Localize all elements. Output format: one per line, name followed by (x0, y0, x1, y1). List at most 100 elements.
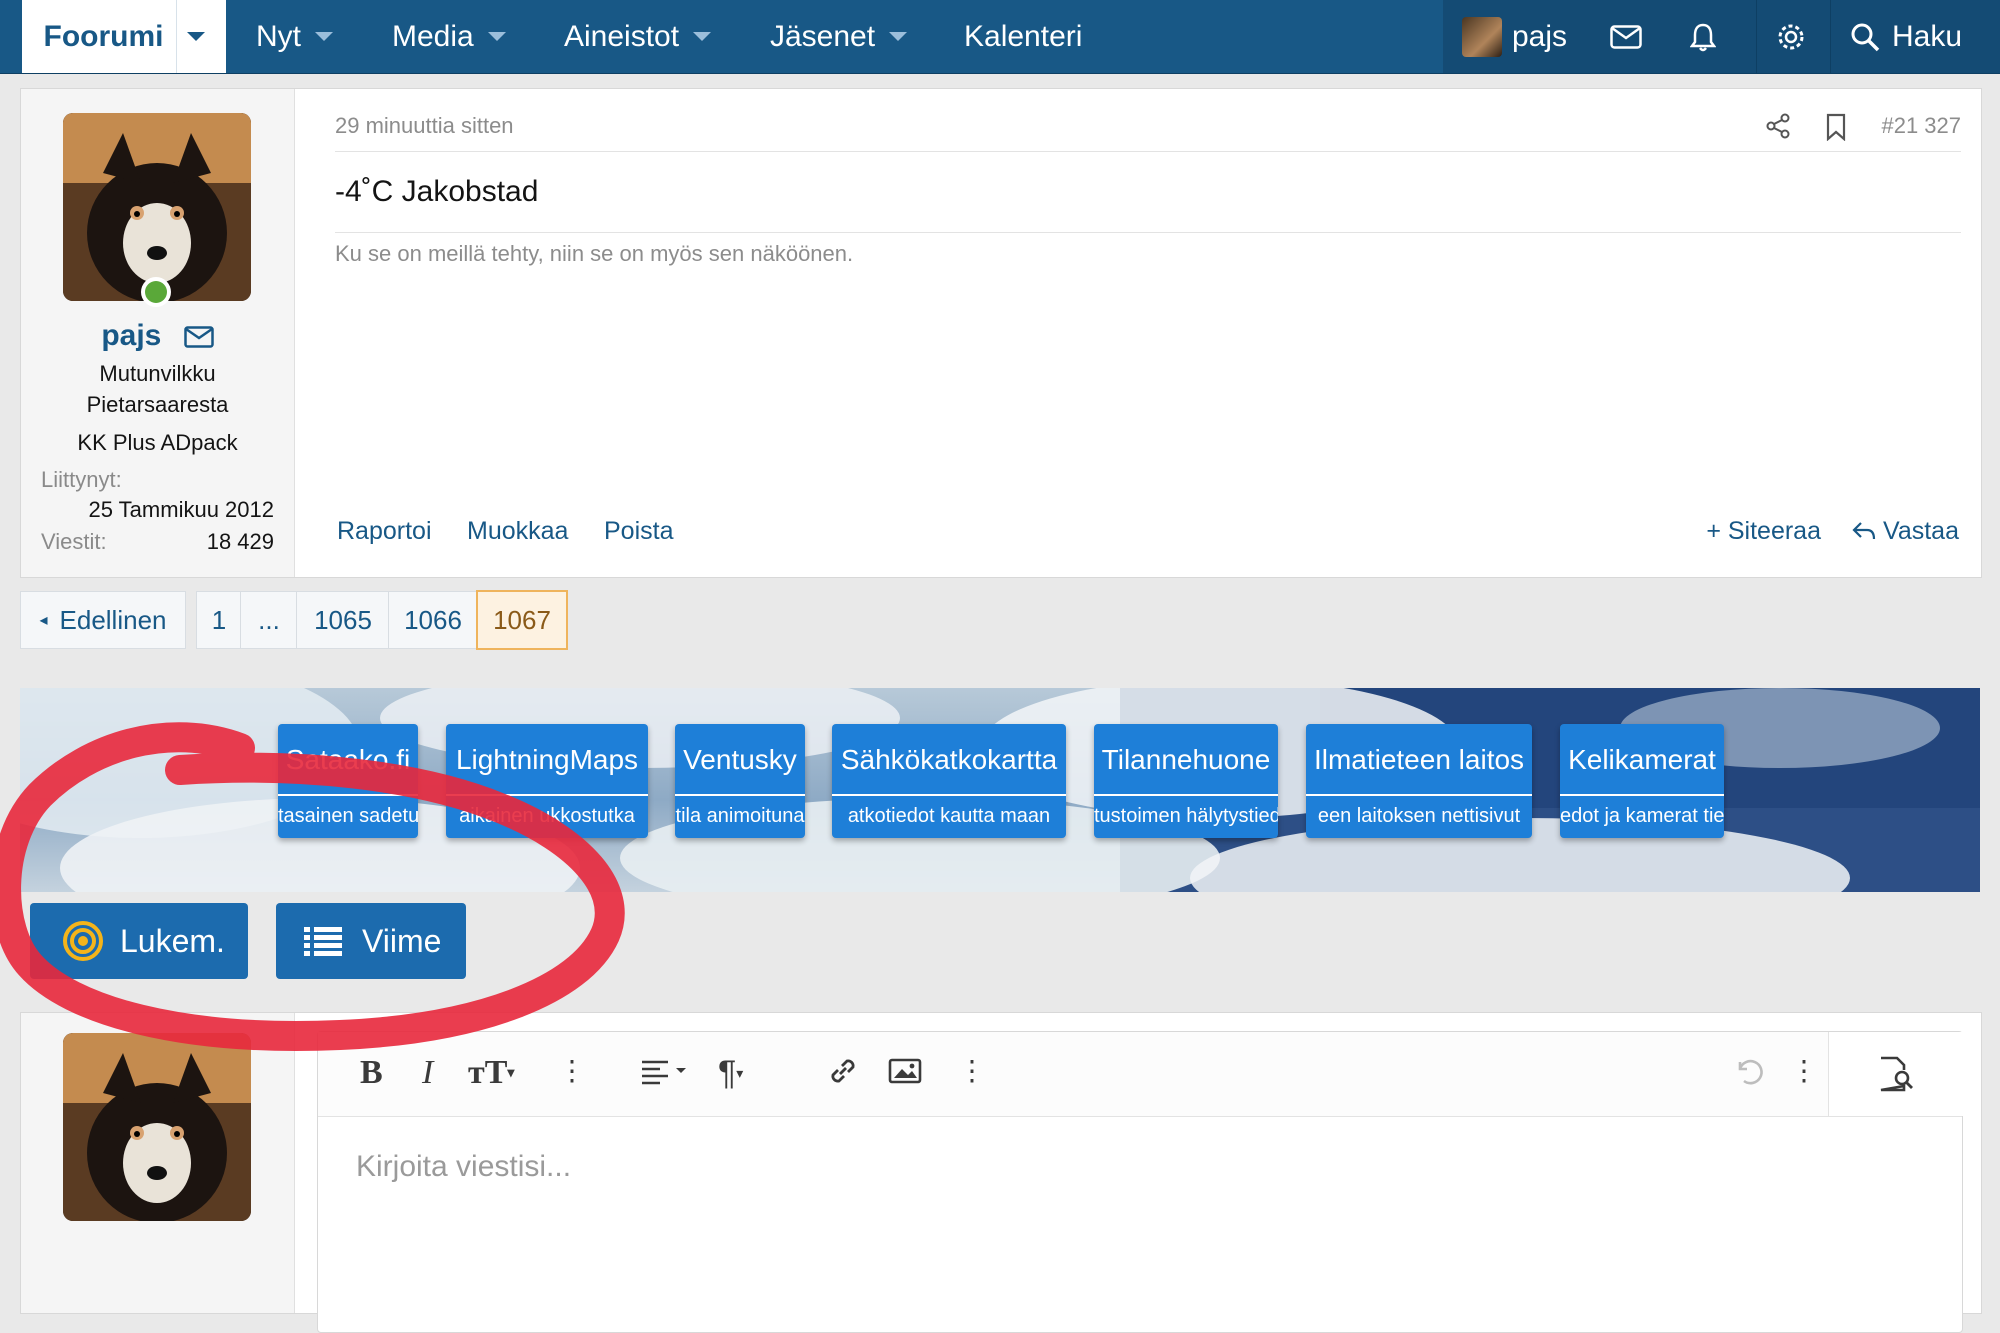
quick-link-title: Sähkökatkokartta (840, 744, 1058, 775)
quick-link-sahkokatkokartta[interactable]: Sähkökatkokartta atkotiedot kautta maan (832, 724, 1066, 838)
nav-item-kalenteri[interactable]: Kalenteri (964, 0, 1082, 73)
unread-button[interactable]: Lukem. (30, 903, 248, 979)
posts-label: Viestit: (41, 529, 107, 554)
quote-label: Siteeraa (1727, 517, 1821, 545)
joined-label: Liittynyt: (41, 467, 122, 492)
post-body: 29 minuuttia sitten #21 327 -4˚C Jakobst… (295, 89, 1981, 577)
divider (335, 151, 1961, 152)
preview-button[interactable] (1828, 1032, 1963, 1116)
more-vertical-icon[interactable]: ⋮ (958, 1054, 986, 1087)
quick-link-desc: tustoimen hälytystied (1094, 794, 1278, 828)
quick-link-title: Ilmatieteen laitos (1313, 744, 1525, 775)
nav-separator (175, 0, 177, 73)
editor-placeholder: Kirjoita viestisi... (356, 1150, 572, 1183)
bold-icon[interactable]: B (360, 1054, 383, 1092)
quick-link-desc: tasainen sadetu (278, 794, 418, 828)
more-vertical-icon[interactable]: ⋮ (1790, 1054, 1818, 1087)
align-icon[interactable] (640, 1054, 690, 1088)
quick-link-desc: aikainen ukkostutka (446, 794, 648, 828)
quick-link-ventusky[interactable]: Ventusky tila animoituna (675, 724, 805, 838)
quick-link-sataako[interactable]: Sataako.fi tasainen sadetu (278, 724, 418, 838)
bell-icon[interactable] (1690, 0, 1716, 73)
link-icon[interactable] (826, 1054, 860, 1088)
post-message: pajs Mutunvilkku Pietarsaaresta KK Plus … (20, 88, 1982, 578)
quick-link-desc: een laitoksen nettisivut (1306, 794, 1532, 828)
recent-button[interactable]: Viime (276, 903, 466, 979)
page-link-1066[interactable]: 1066 (388, 591, 478, 649)
reply-label: Vastaa (1883, 517, 1959, 545)
chevron-down-icon[interactable] (889, 32, 908, 41)
gear-icon[interactable] (1776, 0, 1806, 73)
page-link-1[interactable]: 1 (196, 591, 242, 649)
plus-icon: + (1706, 517, 1721, 545)
envelope-icon[interactable] (1610, 0, 1642, 73)
paragraph-icon[interactable]: ¶▾ (718, 1054, 743, 1093)
undo-icon[interactable] (1732, 1054, 1766, 1088)
nav-forum-tab[interactable]: Foorumi (22, 0, 226, 73)
quick-link-desc: atkotiedot kautta maan (832, 794, 1066, 828)
edit-link[interactable]: Muokkaa (467, 517, 568, 546)
search-link[interactable]: Haku (1850, 0, 1962, 73)
post-content: -4˚C Jakobstad (335, 175, 539, 208)
quick-link-title: Tilannehuone (1101, 744, 1271, 775)
nav-item-jasenet[interactable]: Jäsenet (770, 0, 908, 73)
user-title: Mutunvilkku (99, 361, 216, 386)
chevron-down-icon[interactable] (315, 32, 333, 41)
nav-item-nyt[interactable]: Nyt (256, 0, 333, 73)
page-link-1065[interactable]: 1065 (296, 591, 390, 649)
online-status-icon (141, 277, 171, 307)
envelope-icon[interactable] (183, 326, 214, 348)
unread-label: Lukem. (120, 922, 225, 959)
prev-label: Edellinen (59, 604, 167, 635)
chevron-down-icon[interactable] (693, 32, 712, 41)
page-skip[interactable]: ... (240, 591, 298, 649)
post-author[interactable]: pajs (21, 319, 294, 353)
report-link[interactable]: Raportoi (337, 517, 432, 546)
user-title-line2: Pietarsaaresta (86, 392, 229, 417)
text-size-icon[interactable]: тT▾ (468, 1054, 514, 1092)
nav-item-label: Nyt (256, 19, 301, 53)
user-banner: KK Plus ADpack (77, 430, 238, 455)
nav-divider (1830, 0, 1831, 73)
pagination-prev-button[interactable]: ◂ Edellinen (20, 591, 186, 649)
avatar (1462, 16, 1502, 57)
nav-item-aineistot[interactable]: Aineistot (564, 0, 712, 73)
nav-item-label: Kalenteri (964, 19, 1083, 53)
quick-link-kelikamerat[interactable]: Kelikamerat edot ja kamerat tie (1560, 724, 1724, 838)
post-number[interactable]: #21 327 (1881, 113, 1961, 139)
post-author-name[interactable]: pajs (101, 319, 161, 352)
image-icon[interactable] (888, 1054, 922, 1088)
list-icon (304, 927, 342, 956)
target-icon (63, 921, 103, 961)
quick-link-tilannehuone[interactable]: Tilannehuone tustoimen hälytystied (1094, 724, 1278, 838)
nav-username: pajs (1512, 19, 1568, 53)
message-editor[interactable]: B I тT▾ ⋮ ¶▾ ⋮ ⋮ Kirjoita viestisi... (317, 1031, 1963, 1333)
share-icon[interactable] (1765, 113, 1791, 139)
avatar[interactable] (63, 113, 251, 301)
nav-user-link[interactable]: pajs (1462, 0, 1567, 73)
quick-link-title: Sataako.fi (285, 744, 411, 775)
chevron-down-icon[interactable] (487, 32, 506, 41)
reply-button[interactable]: Vastaa (1852, 517, 1959, 546)
nav-item-label: Media (392, 19, 474, 53)
quick-link-desc: edot ja kamerat tie (1560, 794, 1724, 828)
search-label: Haku (1892, 19, 1963, 53)
quick-links-banner: Sataako.fi tasainen sadetu LightningMaps… (20, 688, 1980, 892)
quick-link-title: LightningMaps (455, 744, 639, 775)
divider (335, 232, 1961, 233)
more-vertical-icon[interactable]: ⋮ (558, 1054, 586, 1087)
delete-link[interactable]: Poista (604, 517, 673, 546)
italic-icon[interactable]: I (422, 1054, 433, 1092)
post-date[interactable]: 29 minuuttia sitten (335, 113, 514, 139)
post-user-column: pajs Mutunvilkku Pietarsaaresta KK Plus … (21, 89, 295, 577)
quote-button[interactable]: + Siteeraa (1706, 517, 1821, 546)
joined-value: 25 Tammikuu 2012 (88, 497, 275, 522)
quick-link-lightningmaps[interactable]: LightningMaps aikainen ukkostutka (446, 724, 648, 838)
nav-item-media[interactable]: Media (392, 0, 506, 73)
chevron-down-icon[interactable] (186, 32, 205, 41)
preview-icon (1880, 1056, 1913, 1092)
quick-link-ilmatieteen-laitos[interactable]: Ilmatieteen laitos een laitoksen nettisi… (1306, 724, 1532, 838)
bookmark-icon[interactable] (1825, 113, 1847, 141)
editor-toolbar: B I тT▾ ⋮ ¶▾ ⋮ ⋮ (318, 1032, 1963, 1117)
page-current[interactable]: 1067 (476, 590, 568, 650)
